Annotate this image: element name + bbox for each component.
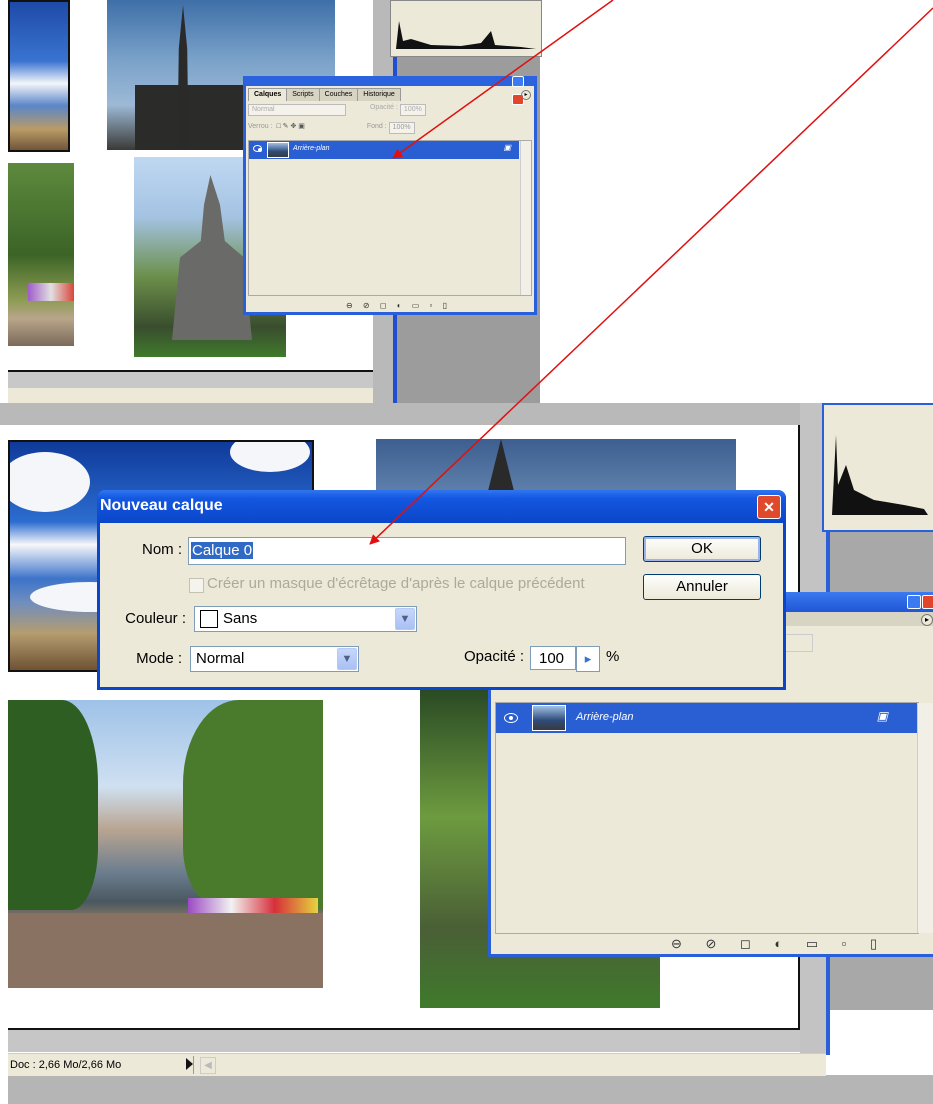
opacity-label: Opacité : — [463, 648, 524, 665]
tab-calques[interactable]: Calques — [248, 88, 288, 101]
blend-mode-select[interactable]: Normal — [248, 104, 346, 116]
opacity-label: Opacité : — [369, 104, 398, 111]
doc-size-info: Doc : 2,66 Mo/2,66 Mo — [10, 1059, 122, 1071]
tab-couches[interactable]: Couches — [318, 88, 359, 101]
cancel-button[interactable]: Annuler — [643, 574, 761, 600]
lock-icon: ▣ — [876, 709, 888, 723]
blend-opacity-row: Normal Opacité : 100% — [248, 104, 528, 116]
palette-menu-icon[interactable]: ▸ — [921, 614, 933, 626]
palette-footer-icons[interactable]: ⊖ ⊘ ◻ ◐ ▭ ▫ ▯ — [346, 301, 451, 310]
opacity-input[interactable]: 100 — [530, 646, 576, 670]
ok-button[interactable]: OK — [643, 536, 761, 562]
layers-palette-small: Calques Scripts Couches Historique ▸ Normal… — [243, 76, 537, 315]
status-menu-arrow-icon[interactable] — [186, 1058, 193, 1070]
clipping-mask-checkbox[interactable] — [189, 578, 204, 593]
top-canvas-gutter — [8, 372, 373, 388]
layer-thumbnail — [267, 142, 289, 158]
new-layer-dialog: Nouveau calque ✕ Nom : Calque 0 OK Annul… — [97, 490, 786, 690]
tab-scripts[interactable]: Scripts — [286, 88, 320, 101]
eye-icon[interactable] — [253, 145, 262, 152]
lock-label: Verrou : — [248, 123, 273, 130]
mode-select[interactable]: Normal ▼ — [190, 646, 359, 672]
lock-icon: ▣ — [503, 143, 511, 152]
layer-list-scrollbar[interactable] — [917, 703, 933, 933]
dialog-titlebar[interactable]: Nouveau calque ✕ — [97, 490, 786, 523]
layer-name: Arrière-plan — [576, 711, 634, 723]
bottom-canvas-gutter-bottom — [8, 1030, 800, 1052]
opacity-unit: % — [606, 648, 620, 665]
minimize-icon[interactable] — [907, 595, 921, 609]
layer-name-input[interactable]: Calque 0 — [188, 537, 626, 565]
palette-window-buttons — [906, 595, 933, 613]
bottom-histogram-panel — [822, 403, 933, 532]
close-icon[interactable]: ✕ — [757, 495, 781, 519]
layer-name-value: Calque 0 — [191, 542, 254, 559]
eye-icon[interactable] — [504, 713, 518, 723]
palette-footer-icons[interactable]: ⊖ ⊘ ◻ ◐ ▭ ▫ ▯ — [671, 936, 887, 952]
status-bar: Doc : 2,66 Mo/2,66 Mo ◀ — [8, 1053, 826, 1076]
lock-icons[interactable]: □ ✎ ✥ ▣ — [276, 123, 304, 130]
dropdown-icon[interactable]: ▼ — [337, 648, 357, 670]
dropdown-icon[interactable]: ▼ — [395, 608, 415, 630]
color-select[interactable]: Sans ▼ — [194, 606, 417, 632]
tab-historique[interactable]: Historique — [357, 88, 401, 101]
layer-list: Arrière-plan ▣ — [495, 702, 933, 934]
name-label: Nom : — [141, 541, 182, 558]
palette-window-buttons — [511, 76, 535, 105]
layer-row-background[interactable]: Arrière-plan ▣ — [496, 703, 918, 733]
mode-value: Normal — [196, 650, 245, 667]
color-swatch — [200, 610, 218, 628]
palette-menu-icon[interactable]: ▸ — [521, 90, 531, 100]
dialog-title: Nouveau calque — [100, 497, 223, 514]
status-separator — [193, 1056, 194, 1074]
photo-river-bridge — [8, 700, 323, 988]
histogram-graph — [832, 435, 928, 515]
scroll-left-button[interactable]: ◀ — [200, 1057, 216, 1074]
color-label: Couleur : — [125, 610, 186, 627]
palette-tabs: Calques Scripts Couches Historique — [248, 88, 401, 101]
minimize-icon[interactable] — [512, 76, 524, 87]
layer-row-background[interactable]: Arrière-plan ▣ — [249, 141, 519, 159]
close-icon[interactable] — [922, 595, 933, 609]
top-horizontal-scrollbar[interactable] — [8, 388, 388, 403]
clipping-mask-label: Créer un masque d'écrêtage d'après le ca… — [207, 575, 585, 592]
opacity-field[interactable]: 100% — [399, 104, 426, 116]
mode-label: Mode : — [136, 650, 182, 667]
lock-fill-row: Verrou : □ ✎ ✥ ▣ Fond : 100% — [248, 122, 528, 134]
histogram-graph — [396, 21, 536, 49]
layer-thumbnail — [532, 705, 566, 731]
layer-list: Arrière-plan ▣ — [248, 140, 532, 296]
workspace-background — [8, 1075, 933, 1104]
opacity-slider-arrow-icon[interactable]: ▸ — [576, 646, 600, 672]
fill-label: Fond : — [366, 123, 387, 130]
color-value: Sans — [223, 610, 258, 627]
top-histogram-panel — [390, 0, 542, 57]
bottom-canvas-gutter-top — [0, 403, 828, 425]
fill-field[interactable]: 100% — [388, 122, 415, 134]
layer-name: Arrière-plan — [293, 145, 330, 152]
layer-list-scrollbar[interactable] — [520, 141, 531, 295]
